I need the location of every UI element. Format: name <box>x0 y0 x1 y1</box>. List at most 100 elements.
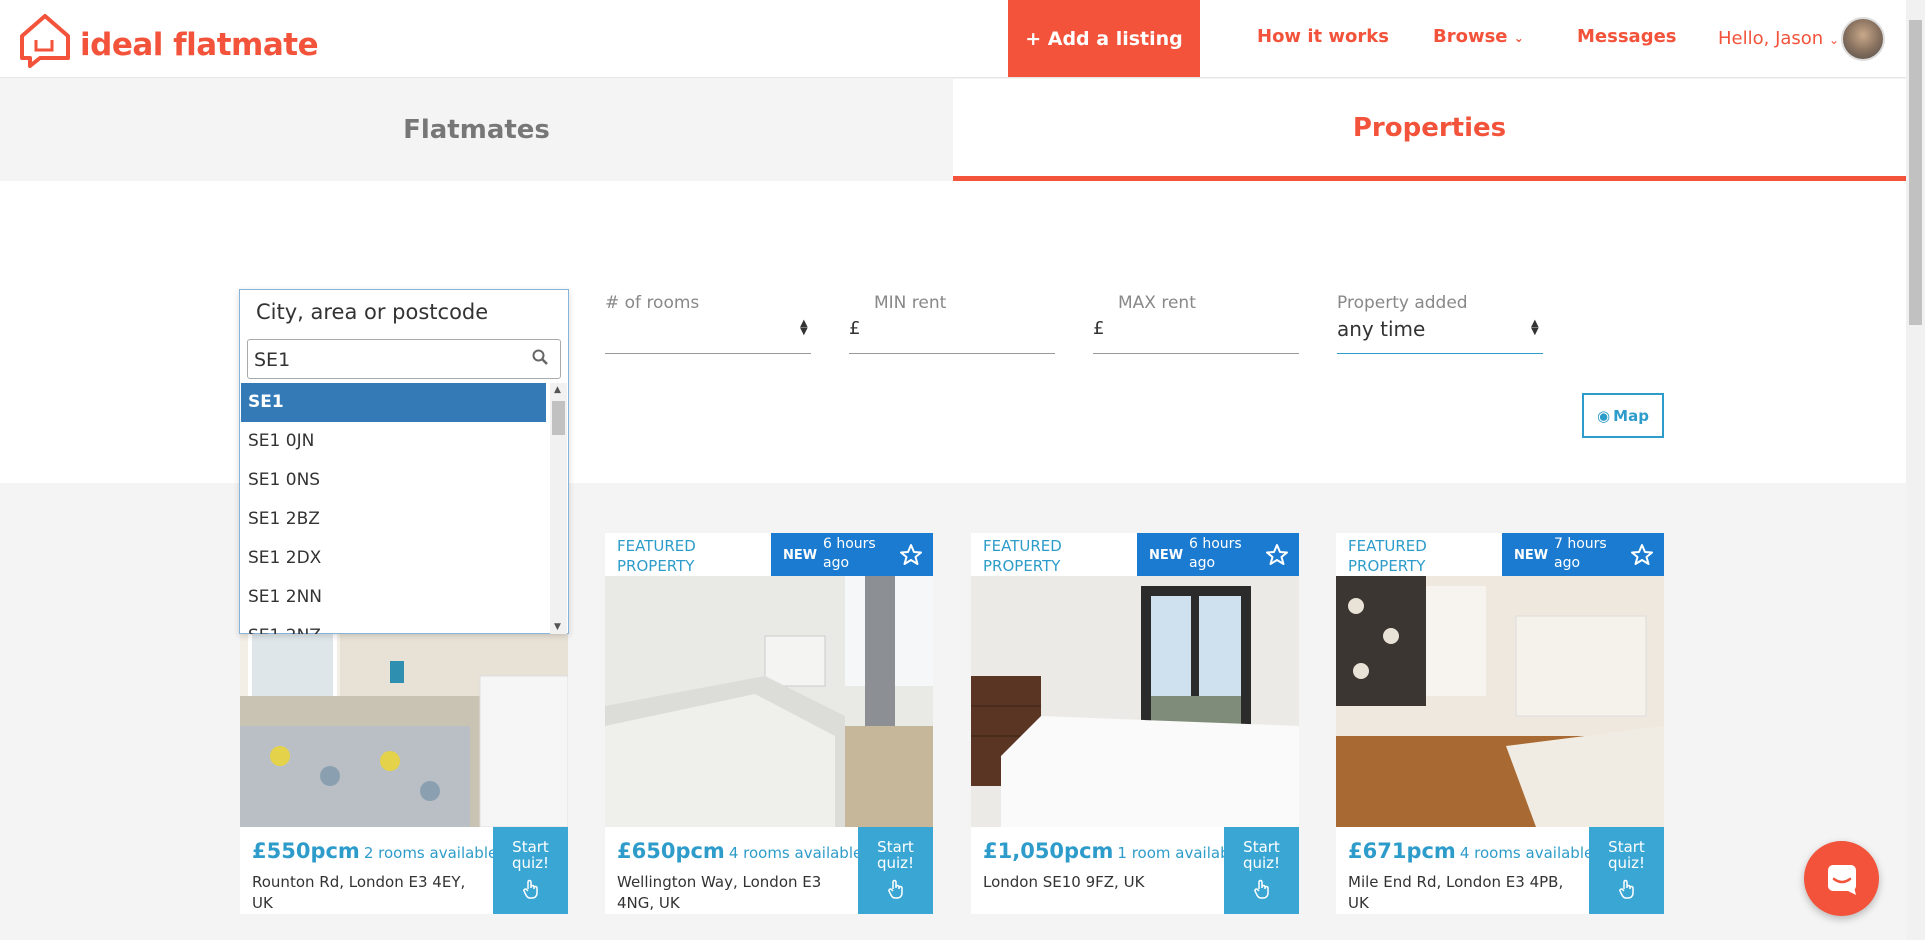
min-rent-input[interactable] <box>849 353 1055 354</box>
listing-address: Wellington Way, London E3 4NG, UK <box>617 873 822 912</box>
max-rent-label: MAX rent <box>1118 293 1196 313</box>
rooms-select[interactable] <box>605 353 811 354</box>
chevron-down-icon: ⌄ <box>1828 33 1840 47</box>
min-rent-label: MIN rent <box>874 293 947 313</box>
chat-launcher-button[interactable] <box>1804 841 1879 916</box>
listing-price: £671pcm 4 rooms available <box>1348 839 1593 863</box>
listing-header: FEATURED PROPERTY NEW 6 hours ago <box>605 533 933 576</box>
price-value: £1,050pcm <box>983 839 1114 863</box>
star-icon[interactable] <box>899 543 923 567</box>
listing-card[interactable]: FEATURED PROPERTY NEW 6 hours ago £1,050… <box>971 533 1299 914</box>
nav-how-it-works[interactable]: How it works <box>1257 26 1389 47</box>
listing-age: 7 hours ago <box>1554 536 1607 571</box>
start-quiz-button[interactable]: Start quiz! <box>1589 827 1664 914</box>
location-option[interactable]: SE1 2BZ <box>241 500 546 539</box>
location-option[interactable]: SE1 <box>241 383 546 422</box>
user-greeting: Hello, Jason <box>1718 28 1824 49</box>
location-option[interactable]: SE1 0NS <box>241 461 546 500</box>
add-listing-button[interactable]: + Add a listing <box>1008 0 1200 77</box>
pointer-hand-icon <box>1618 879 1634 899</box>
listing-photo[interactable] <box>971 576 1299 827</box>
quiz-label: Start quiz! <box>876 838 915 872</box>
listing-price: £550pcm 2 rooms available <box>252 839 497 863</box>
featured-label: FEATURED PROPERTY <box>1348 537 1427 575</box>
map-button[interactable]: ◉ Map <box>1582 393 1664 438</box>
start-quiz-button[interactable]: Start quiz! <box>493 827 568 914</box>
listing-price: £650pcm 4 rooms available <box>617 839 862 863</box>
listing-badge: NEW 6 hours ago <box>771 533 933 576</box>
location-option[interactable]: SE1 0JN <box>241 422 546 461</box>
location-option[interactable]: SE1 2NN <box>241 578 546 617</box>
scroll-down-icon[interactable]: ▼ <box>554 622 561 632</box>
location-option[interactable]: SE1 2DX <box>241 539 546 578</box>
location-option[interactable]: SE1 2NZ <box>241 617 546 634</box>
listing-header: FEATURED PROPERTY NEW 6 hours ago <box>971 533 1299 576</box>
max-rent-currency: £ <box>1093 318 1105 339</box>
listing-info: £550pcm 2 rooms available Rounton Rd, Lon… <box>240 827 568 914</box>
start-quiz-button[interactable]: Start quiz! <box>858 827 933 914</box>
location-options: SE1 SE1 0JN SE1 0NS SE1 2BZ SE1 2DX SE1 … <box>241 383 546 634</box>
property-added-select[interactable]: any time <box>1337 317 1425 341</box>
listing-card[interactable]: FEATURED PROPERTY NEW 6 hours ago £650pc… <box>605 533 933 914</box>
property-added-label: Property added <box>1337 293 1468 313</box>
rooms-label: # of rooms <box>605 293 700 313</box>
site-header: ideal flatmate + Add a listing How it wo… <box>0 0 1906 78</box>
select-arrows-icon: ▲ ▼ <box>800 318 808 337</box>
nav-browse[interactable]: Browse ⌄ <box>1433 26 1524 47</box>
select-arrows-icon: ▲ ▼ <box>1531 318 1539 337</box>
map-button-label: Map <box>1613 406 1649 425</box>
quiz-label: Start quiz! <box>511 838 550 872</box>
price-value: £650pcm <box>617 839 725 863</box>
tab-properties[interactable]: Properties <box>953 79 1906 181</box>
location-search-value: SE1 <box>254 349 291 371</box>
quiz-label: Start quiz! <box>1607 838 1646 872</box>
page-scroll-thumb[interactable] <box>1909 20 1922 325</box>
listing-badge: NEW 6 hours ago <box>1137 533 1299 576</box>
property-added-underline <box>1337 353 1543 354</box>
star-icon[interactable] <box>1265 543 1289 567</box>
chat-icon <box>1827 864 1856 895</box>
listing-age: 6 hours ago <box>823 536 876 571</box>
quiz-label: Start quiz! <box>1242 838 1281 872</box>
new-badge: NEW <box>1514 548 1549 563</box>
listing-info: £1,050pcm 1 room available London SE10 9F… <box>971 827 1299 914</box>
listing-address: Mile End Rd, London E3 4PB, UK <box>1348 873 1564 912</box>
tab-flatmates[interactable]: Flatmates <box>0 79 953 181</box>
search-tabs: Flatmates Properties <box>0 79 1906 181</box>
location-search-input[interactable]: SE1 <box>247 339 561 379</box>
logo[interactable]: ideal flatmate <box>18 12 319 68</box>
start-quiz-button[interactable]: Start quiz! <box>1224 827 1299 914</box>
featured-label: FEATURED PROPERTY <box>983 537 1062 575</box>
rooms-available: 2 rooms available <box>363 844 498 862</box>
listing-address: London SE10 9FZ, UK <box>983 873 1145 891</box>
logo-text: ideal flatmate <box>80 27 319 63</box>
avatar[interactable] <box>1841 17 1885 61</box>
rooms-available: 4 rooms available <box>728 844 863 862</box>
listing-age: 6 hours ago <box>1189 536 1242 571</box>
listing-header: FEATURED PROPERTY NEW 7 hours ago <box>1336 533 1664 576</box>
rooms-available: 4 rooms available <box>1459 844 1594 862</box>
house-chat-icon <box>20 14 70 68</box>
map-pin-icon: ◉ <box>1597 406 1611 425</box>
listing-info: £671pcm 4 rooms available Mile End Rd, Lo… <box>1336 827 1664 914</box>
dropdown-scroll-thumb[interactable] <box>552 401 565 435</box>
pointer-hand-icon <box>1253 879 1269 899</box>
dropdown-scrollbar[interactable]: ▲ ▼ <box>550 383 567 634</box>
user-menu[interactable]: Hello, Jason ⌄ <box>1718 28 1839 49</box>
min-rent-currency: £ <box>849 318 861 339</box>
chevron-down-icon: ⌄ <box>1513 31 1524 45</box>
featured-label: FEATURED PROPERTY <box>617 537 696 575</box>
listing-card[interactable]: FEATURED PROPERTY NEW 7 hours ago £671pc… <box>1336 533 1664 914</box>
listing-photo[interactable] <box>1336 576 1664 827</box>
listing-photo[interactable] <box>605 576 933 827</box>
star-icon[interactable] <box>1630 543 1654 567</box>
listing-price: £1,050pcm 1 room available <box>983 839 1243 863</box>
listing-address: Rounton Rd, London E3 4EY, UK <box>252 873 466 912</box>
pointer-hand-icon <box>522 879 538 899</box>
max-rent-input[interactable] <box>1093 353 1299 354</box>
location-dropdown[interactable]: City, area or postcode SE1 SE1 SE1 0JN S… <box>239 289 569 634</box>
scroll-up-icon[interactable]: ▲ <box>554 385 561 395</box>
pointer-hand-icon <box>887 879 903 899</box>
page-scrollbar[interactable] <box>1906 0 1925 940</box>
nav-messages[interactable]: Messages <box>1577 26 1677 47</box>
